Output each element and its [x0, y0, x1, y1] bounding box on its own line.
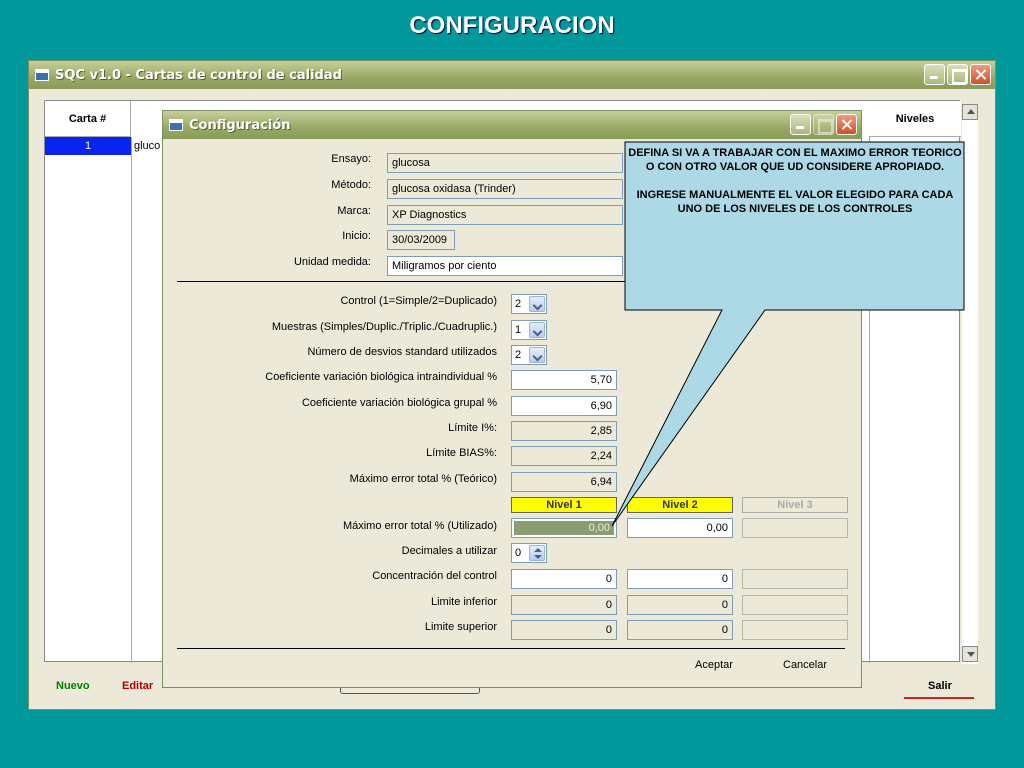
scroll-up-button[interactable] [962, 104, 978, 120]
cv-intra-input[interactable]: 5,70 [511, 370, 617, 390]
nivel-3-header: Nivel 3 [742, 497, 848, 513]
maximize-button[interactable] [947, 64, 968, 85]
dialog-minimize-button[interactable] [790, 114, 811, 135]
marca-label: Marca: [337, 205, 371, 217]
callout-line-1: DEFINA SI VA A TRABAJAR CON EL MAXIMO ER… [628, 147, 962, 173]
app-icon [35, 69, 49, 81]
control-select[interactable]: 2 [511, 294, 547, 314]
decimales-stepper[interactable]: 0 [511, 543, 547, 563]
main-window-titlebar[interactable]: SQC v1.0 - Cartas de control de calidad [29, 61, 995, 89]
max-error-utilizado-nivel-1[interactable]: 0,00 [511, 518, 617, 538]
table-row-name[interactable]: gluco [132, 137, 160, 155]
concentracion-label: Concentración del control [372, 570, 497, 582]
inicio-field[interactable]: 30/03/2009 [387, 230, 455, 250]
ensayo-label: Ensayo: [331, 153, 371, 165]
limite-superior-nivel-1: 0 [511, 620, 617, 640]
minimize-button[interactable] [924, 64, 945, 85]
slide-title: CONFIGURACION [409, 12, 615, 39]
limite-superior-nivel-3 [742, 620, 848, 640]
concentracion-nivel-3 [742, 569, 848, 589]
chevron-down-icon [967, 652, 975, 657]
cv-grupal-input[interactable]: 6,90 [511, 396, 617, 416]
callout-line-2: INGRESE MANUALMENTE EL VALOR ELEGIDO PAR… [636, 189, 954, 215]
chevron-down-icon[interactable] [529, 296, 545, 312]
limite-inferior-nivel-3 [742, 595, 848, 615]
dialog-maximize-button [813, 114, 834, 135]
metodo-field[interactable]: glucosa oxidasa (Trinder) [387, 179, 623, 199]
nuevo-button[interactable]: Nuevo [56, 680, 90, 692]
limite-inferior-label: Limite inferior [430, 596, 497, 608]
concentracion-nivel-1[interactable]: 0 [511, 569, 617, 589]
muestras-value: 1 [515, 324, 522, 336]
close-button[interactable] [970, 64, 991, 85]
decimales-label: Decimales a utilizar [401, 545, 497, 557]
control-value: 2 [515, 298, 522, 310]
limite-superior-label: Limite superior [424, 621, 497, 633]
salir-underline [904, 697, 974, 699]
column-divider [131, 137, 132, 663]
cv-intra-label: Coeficiente variación biológica intraind… [265, 371, 497, 383]
nivel-1-header: Nivel 1 [511, 497, 617, 513]
chevron-up-icon [967, 109, 975, 114]
muestras-label: Muestras (Simples/Duplic./Triplic./Cuadr… [271, 321, 497, 333]
limite-bias-label: Límite BIAS%: [426, 447, 497, 459]
main-window-title: SQC v1.0 - Cartas de control de calidad [55, 67, 342, 83]
table-row-carta[interactable]: 1 [45, 137, 131, 155]
stepper-icon[interactable] [529, 545, 545, 561]
marca-field[interactable]: XP Diagnostics [387, 205, 623, 225]
unidad-label: Unidad medida: [293, 256, 371, 268]
limite-i-field: 2,85 [511, 421, 617, 441]
dialog-icon [169, 119, 183, 131]
vertical-scrollbar[interactable] [962, 104, 978, 664]
dialog-titlebar[interactable]: Configuración [163, 111, 861, 139]
dialog-close-button[interactable] [836, 114, 857, 135]
desvios-value: 2 [515, 349, 522, 361]
concentracion-nivel-2[interactable]: 0 [627, 569, 733, 589]
max-error-utilizado-nivel-1-value: 0,00 [514, 521, 614, 535]
max-error-utilizado-nivel-2[interactable]: 0,00 [627, 518, 733, 538]
dialog-title: Configuración [189, 117, 291, 133]
desvios-label: Número de desvios standard utilizados [307, 346, 497, 358]
separator [177, 281, 845, 282]
column-header-niveles[interactable]: Niveles [869, 101, 961, 137]
control-label: Control (1=Simple/2=Duplicado) [340, 295, 497, 307]
salir-button[interactable]: Salir [928, 680, 952, 692]
scroll-down-button[interactable] [962, 646, 978, 662]
limite-i-label: Límite I%: [448, 422, 497, 434]
cancelar-button[interactable]: Cancelar [783, 659, 827, 671]
limite-inferior-nivel-2: 0 [627, 595, 733, 615]
unidad-field[interactable]: Miligramos por ciento [387, 256, 623, 276]
max-error-teorico-label: Máximo error total % (Teórico) [349, 473, 497, 485]
desvios-select[interactable]: 2 [511, 345, 547, 365]
nivel-2-header: Nivel 2 [627, 497, 733, 513]
max-error-teorico-field: 6,94 [511, 472, 617, 492]
max-error-utilizado-nivel-3 [742, 518, 848, 538]
aceptar-button[interactable]: Aceptar [695, 659, 733, 671]
limite-bias-field: 2,24 [511, 446, 617, 466]
limite-inferior-nivel-1: 0 [511, 595, 617, 615]
limite-superior-nivel-2: 0 [627, 620, 733, 640]
metodo-label: Método: [331, 179, 371, 191]
muestras-select[interactable]: 1 [511, 320, 547, 340]
ensayo-field[interactable]: glucosa [387, 153, 623, 173]
chevron-down-icon[interactable] [529, 322, 545, 338]
inicio-label: Inicio: [342, 230, 371, 242]
separator [177, 648, 845, 649]
max-error-utilizado-label: Máximo error total % (Utilizado) [342, 520, 497, 532]
chevron-down-icon[interactable] [529, 347, 545, 363]
callout-text: DEFINA SI VA A TRABAJAR CON EL MAXIMO ER… [628, 146, 962, 230]
editar-button[interactable]: Editar [122, 680, 153, 692]
cv-grupal-label: Coeficiente variación biológica grupal % [301, 397, 497, 409]
column-header-carta[interactable]: Carta # [45, 101, 131, 137]
decimales-value: 0 [515, 547, 522, 559]
